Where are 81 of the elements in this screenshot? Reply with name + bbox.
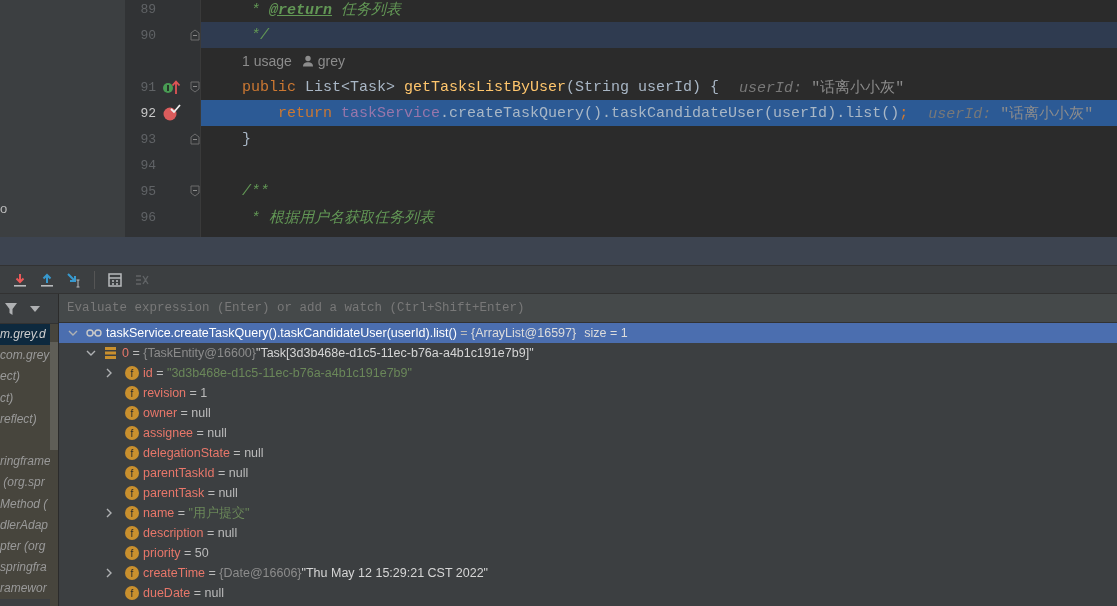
variable-row[interactable]: f assignee = null: [59, 423, 1117, 443]
variable-text: name = "用户提交": [143, 504, 250, 522]
variable-text: createTime = {Date@16606}"Thu May 12 15:29:21 CST 2022": [143, 566, 489, 580]
variable-text: taskService.createTaskQuery().taskCandidateUser(userId).list() = {ArrayList@16597} size = 1: [106, 326, 628, 340]
field-icon: f: [125, 506, 139, 520]
variable-row[interactable]: f description = null: [59, 523, 1117, 543]
variable-row[interactable]: f createTime = {Date@16606}"Thu May 12 15:29:21 CST 2022": [59, 563, 1117, 583]
fold-icon[interactable]: [190, 81, 200, 93]
stack-frame[interactable]: Method (: [0, 493, 50, 515]
stack-frame[interactable]: pter (org: [0, 535, 50, 558]
user-icon: [301, 55, 314, 67]
variable-row[interactable]: f name = "用户提交": [59, 503, 1117, 523]
field-icon: f: [125, 426, 139, 440]
variable-row[interactable]: f owner = null: [59, 403, 1117, 423]
step-out-icon[interactable]: [39, 271, 55, 288]
stack-frame[interactable]: ct): [0, 387, 50, 409]
list-icon: [104, 347, 118, 359]
variable-text: description = null: [143, 526, 238, 540]
variable-text: parentTask = null: [143, 486, 238, 500]
code-line: */: [250, 26, 269, 44]
author-link[interactable]: grey: [317, 53, 346, 69]
stack-frame[interactable]: m.grey.d: [0, 324, 50, 346]
stack-frame[interactable]: com.grey: [0, 345, 50, 367]
implements-icon[interactable]: [162, 79, 182, 95]
stack-frame[interactable]: springfra: [0, 557, 50, 579]
variable-text: dueDate = null: [143, 586, 224, 600]
breakpoint-icon[interactable]: [162, 104, 182, 122]
dropdown-caret-icon[interactable]: [30, 305, 40, 312]
variable-row[interactable]: 0 = {TaskEntity@16600}"Task[3d3b468e-d1c5-11ec-b76a-a4b1c191e7b9]": [59, 343, 1117, 363]
variable-text: 0 = {TaskEntity@16600}"Task[3d3b468e-d1c5-11ec-b76a-a4b1c191e7b9]": [122, 346, 534, 360]
field-icon: f: [125, 466, 139, 480]
variable-text: owner = null: [143, 406, 211, 420]
code-line: /**: [242, 182, 269, 200]
stack-frame[interactable]: reflect): [0, 408, 50, 430]
field-icon: f: [125, 546, 139, 560]
evaluate-icon[interactable]: [107, 271, 123, 288]
code-line: * 根据用户名获取任务列表: [250, 208, 434, 227]
fold-icon[interactable]: [190, 185, 200, 197]
variable-text: id = "3d3b468e-d1c5-11ec-b76a-a4b1c191e7b9": [143, 366, 412, 380]
inline-value-hint: userId: "话离小小灰": [739, 78, 905, 97]
line-number: 92: [139, 105, 156, 121]
code-line: return taskService.createTaskQuery().taskCandidateUser(userId).list();: [277, 104, 909, 122]
field-icon: f: [125, 586, 139, 600]
field-icon: f: [125, 366, 139, 380]
code-line: * @return 任务列表: [250, 0, 402, 19]
glasses-icon: [86, 328, 102, 338]
inline-value-hint: userId: "话离小小灰": [928, 104, 1094, 123]
code-line: }: [242, 130, 251, 148]
field-icon: f: [125, 386, 139, 400]
field-icon: f: [125, 446, 139, 460]
fold-end-icon[interactable]: [190, 29, 200, 41]
variable-text: parentTaskId = null: [143, 466, 249, 480]
field-icon: f: [125, 526, 139, 540]
variable-row[interactable]: f priority = 50: [59, 543, 1117, 563]
variable-row[interactable]: f parentTaskId = null: [59, 463, 1117, 483]
filter-icon[interactable]: [4, 301, 18, 316]
variable-text: revision = 1: [143, 386, 208, 400]
field-icon: f: [125, 486, 139, 500]
usages-link[interactable]: 1 usage: [242, 53, 292, 69]
variable-row[interactable]: f delegationState = null: [59, 443, 1117, 463]
stack-frame[interactable]: (org.spr: [0, 472, 50, 494]
project-tree-item[interactable]: o: [0, 201, 8, 216]
variable-row[interactable]: f id = "3d3b468e-d1c5-11ec-b76a-a4b1c191e7b9": [59, 363, 1117, 383]
variable-text: priority = 50: [143, 546, 209, 560]
variable-row[interactable]: f dueDate = null: [59, 583, 1117, 603]
variable-row[interactable]: f revision = 1: [59, 383, 1117, 403]
variable-text: assignee = null: [143, 426, 227, 440]
field-icon: f: [125, 566, 139, 580]
stack-frame[interactable]: ramewor: [0, 578, 50, 600]
variable-row[interactable]: taskService.createTaskQuery().taskCandidateUser(userId).list() = {ArrayList@16597} size = 1: [59, 323, 1117, 343]
stack-frame[interactable]: ringframe: [0, 451, 50, 473]
code-line: public List<Task> getTasksListByUser(String userId) {: [242, 78, 720, 96]
variable-text: delegationState = null: [143, 446, 264, 460]
variable-row[interactable]: f parentTask = null: [59, 483, 1117, 503]
stack-frame[interactable]: dlerAdap: [0, 514, 50, 536]
fold-end-icon[interactable]: [190, 133, 200, 145]
step-into-icon[interactable]: [12, 271, 28, 288]
stack-frame[interactable]: ect): [0, 366, 50, 388]
scrollbar[interactable]: [50, 342, 58, 450]
run-to-cursor-icon[interactable]: [66, 271, 82, 288]
field-icon: f: [125, 406, 139, 420]
